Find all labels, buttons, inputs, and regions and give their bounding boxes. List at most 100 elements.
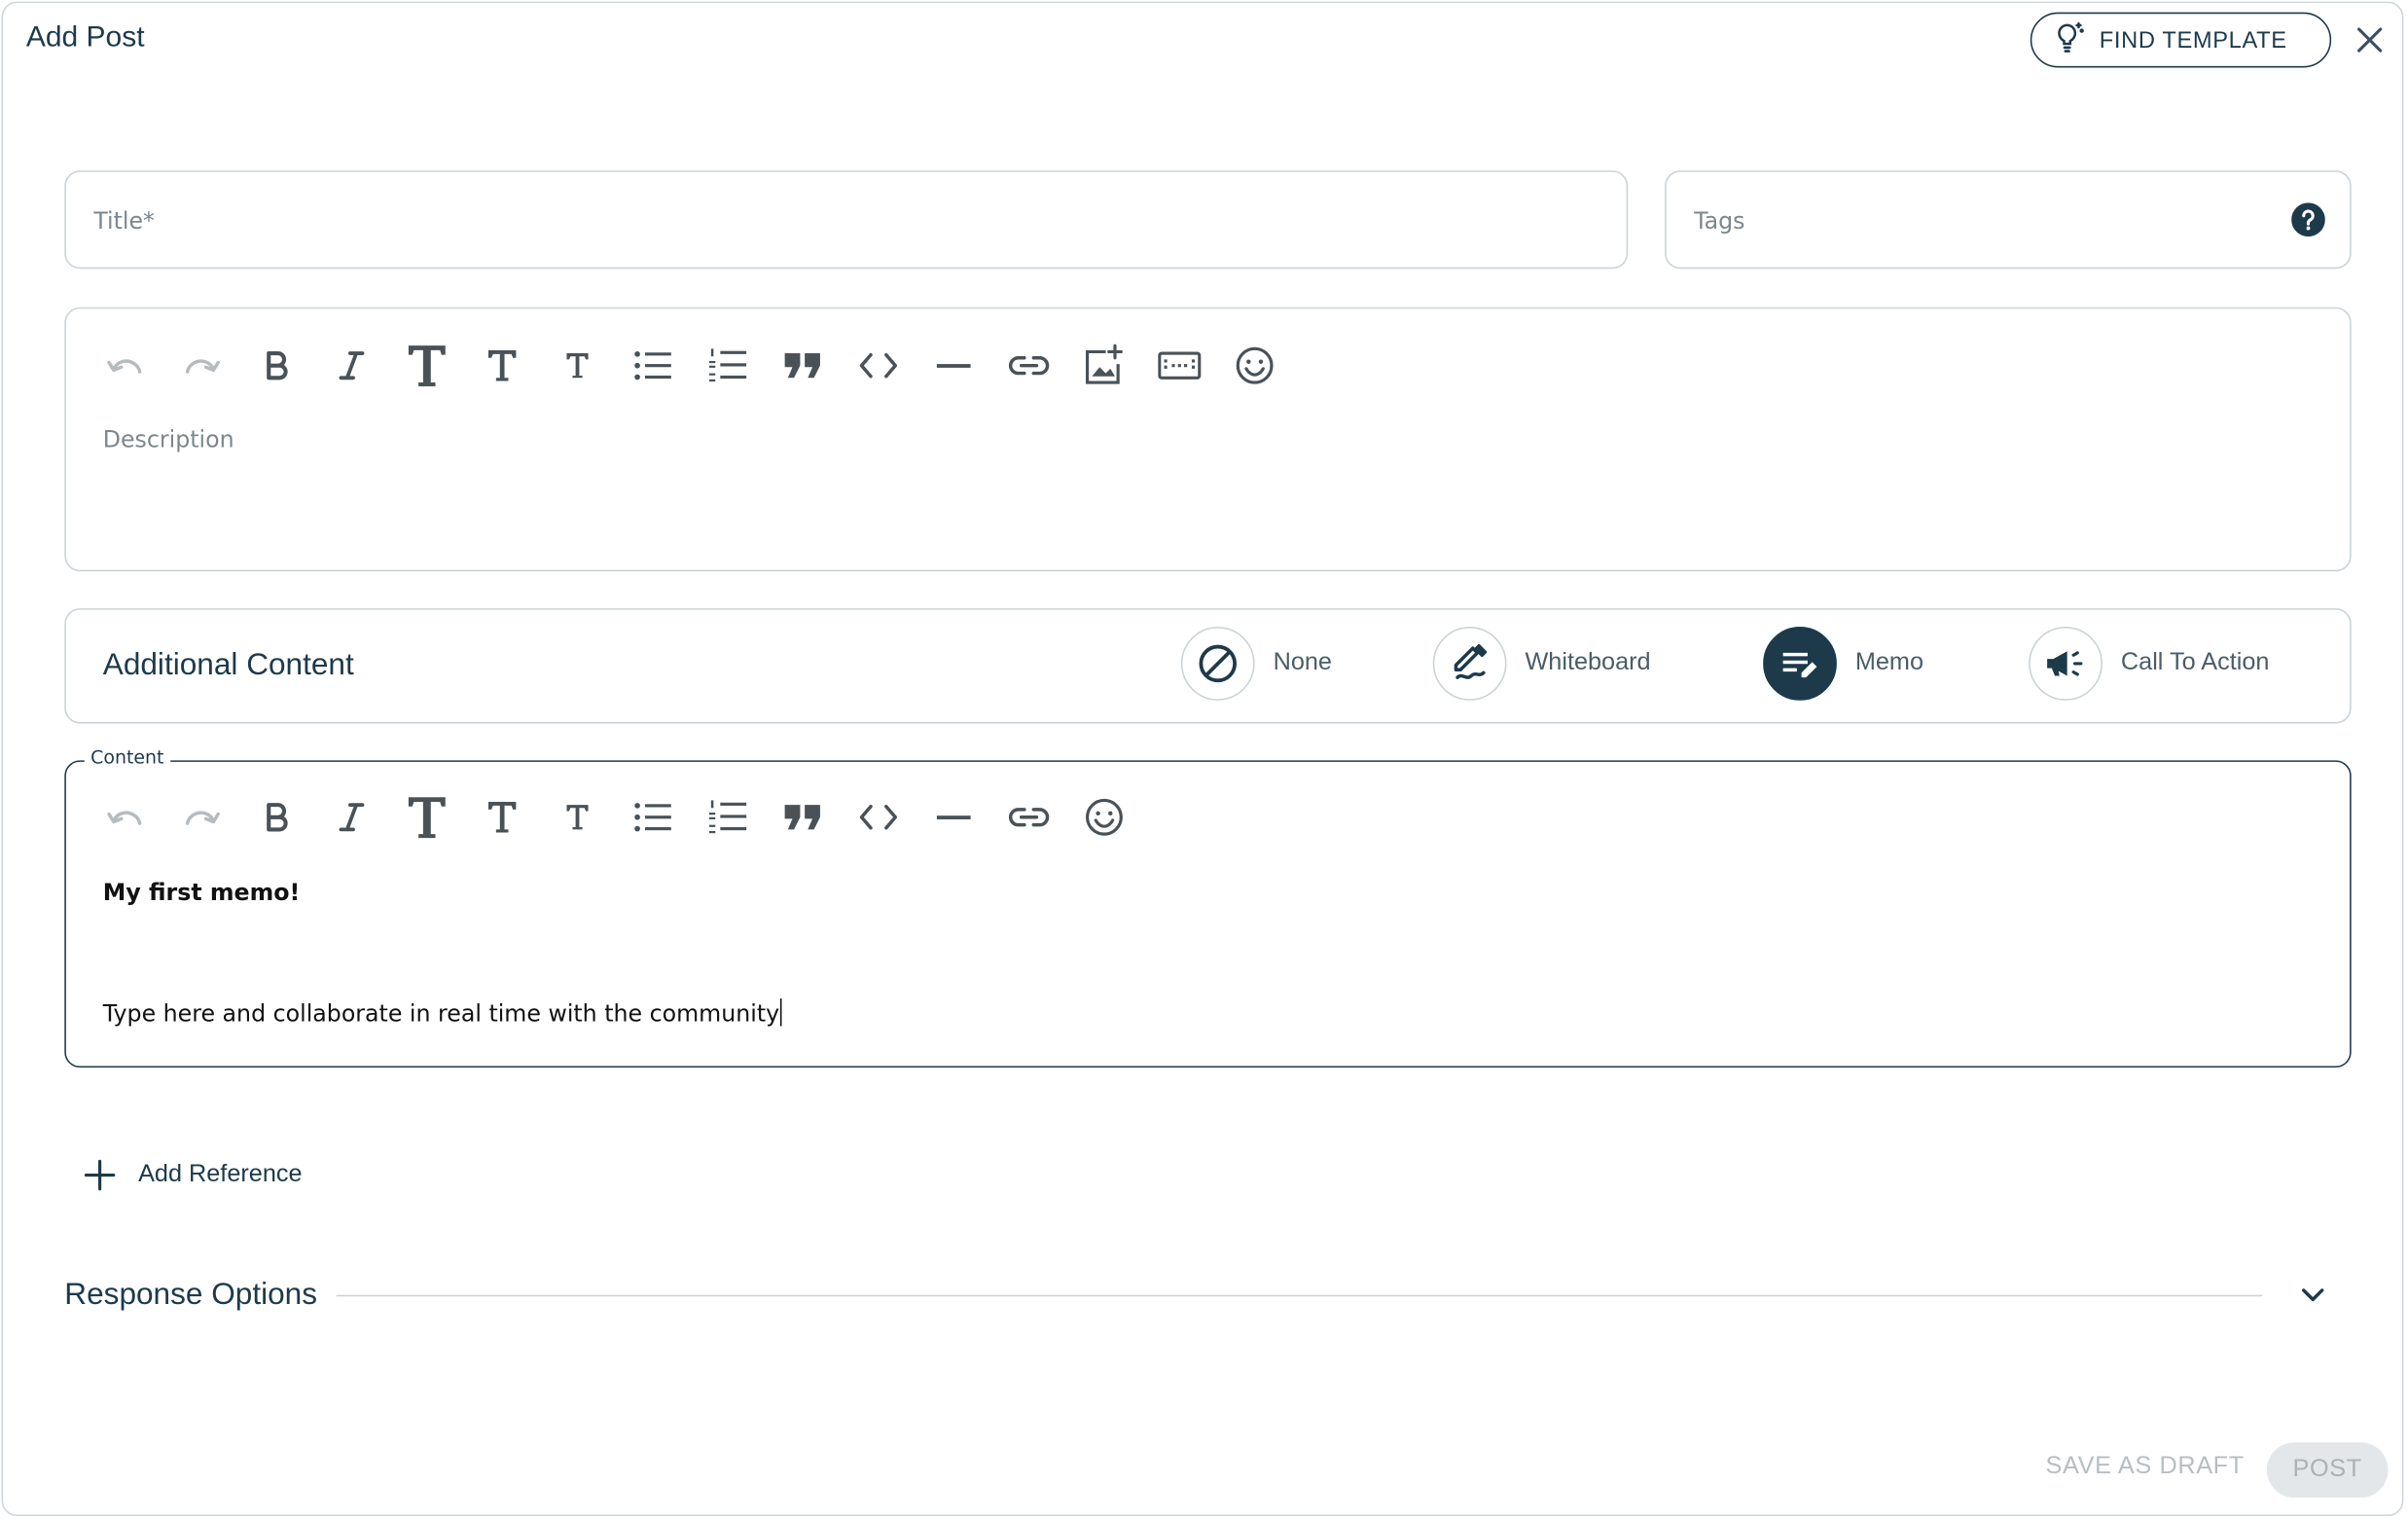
dialog-title: Add Post (25, 21, 145, 54)
quote-icon (783, 353, 820, 379)
undo-icon (106, 359, 141, 374)
redo-button[interactable] (162, 338, 237, 393)
italic-icon (338, 803, 364, 832)
heading-3-icon (565, 805, 588, 830)
add-reference-button[interactable]: Add Reference (83, 1158, 303, 1192)
undo-icon (106, 811, 141, 825)
italic-button[interactable] (313, 789, 388, 845)
horizontal-rule-button[interactable] (916, 789, 990, 845)
option-none[interactable]: None (1180, 627, 1332, 701)
bullet-list-button[interactable] (614, 338, 689, 393)
tags-input[interactable] (1690, 171, 2288, 271)
code-button[interactable] (840, 338, 915, 393)
italic-button[interactable] (313, 338, 388, 393)
option-memo-label: Memo (1854, 649, 1923, 676)
horizontal-rule-icon (936, 815, 970, 819)
additional-content-panel: Additional Content None Whiteboard Memo … (64, 608, 2352, 724)
bullet-list-icon (633, 351, 671, 380)
heading-2-button[interactable] (464, 338, 539, 393)
heading-3-button[interactable] (539, 338, 614, 393)
numbered-list-icon (708, 800, 746, 834)
add-post-dialog: Add Post FIND TEMPLATE Title* Tags Descr… (1, 1, 2404, 1516)
code-button[interactable] (840, 789, 915, 845)
link-button[interactable] (990, 338, 1065, 393)
redo-button[interactable] (162, 789, 237, 845)
numbered-list-button[interactable] (690, 789, 765, 845)
save-as-draft-button[interactable]: SAVE AS DRAFT (2046, 1453, 2245, 1480)
chevron-down-icon (2302, 1288, 2324, 1302)
heading-3-button[interactable] (539, 789, 614, 845)
memo-body-text[interactable]: Type here and collaborate in real time w… (103, 998, 781, 1028)
bold-icon (266, 803, 287, 832)
find-template-label: FIND TEMPLATE (2099, 26, 2287, 54)
option-memo[interactable]: Memo (1763, 627, 1923, 701)
heading-1-button[interactable] (388, 789, 463, 845)
heading-2-icon (487, 801, 516, 833)
text-caret (779, 998, 781, 1027)
numbered-list-button[interactable] (690, 338, 765, 393)
quote-button[interactable] (765, 789, 840, 845)
heading-3-icon (565, 353, 588, 379)
heading-2-button[interactable] (464, 789, 539, 845)
link-icon (1008, 356, 1049, 376)
response-options-label: Response Options (64, 1277, 318, 1312)
help-icon[interactable] (2291, 202, 2325, 237)
horizontal-rule-icon (936, 364, 970, 368)
close-icon (2356, 27, 2383, 53)
redo-icon (185, 811, 220, 825)
quote-icon (783, 805, 820, 830)
divider (335, 1293, 2263, 1296)
option-whiteboard-label: Whiteboard (1525, 649, 1651, 676)
heading-1-button[interactable] (388, 338, 463, 393)
horizontal-rule-button[interactable] (916, 338, 990, 393)
content-editor: Content My first memo! Type here and col… (64, 746, 2352, 1068)
embed-video-button[interactable] (1141, 338, 1216, 393)
response-options-toggle[interactable]: Response Options (64, 1272, 2351, 1318)
add-reference-label: Add Reference (138, 1161, 303, 1188)
insert-image-button[interactable] (1065, 338, 1140, 393)
code-icon (859, 352, 897, 379)
bullet-list-button[interactable] (614, 789, 689, 845)
memo-heading[interactable]: My first memo! (103, 879, 301, 906)
quote-button[interactable] (765, 338, 840, 393)
emoji-icon (1085, 798, 1123, 836)
description-editor: Description (64, 307, 2352, 572)
bold-icon (266, 351, 287, 380)
content-legend: Content (84, 746, 170, 769)
redo-icon (185, 359, 220, 374)
none-icon (1199, 644, 1238, 683)
code-icon (859, 804, 897, 830)
emoji-button[interactable] (1065, 789, 1140, 845)
undo-button[interactable] (88, 789, 162, 845)
insert-image-icon (1085, 344, 1123, 384)
heading-1-icon (408, 345, 445, 386)
post-button[interactable]: POST (2266, 1442, 2389, 1499)
option-call-to-action-label: Call To Action (2120, 649, 2270, 676)
close-button[interactable] (2349, 18, 2391, 61)
tags-field[interactable] (1665, 170, 2352, 271)
plus-icon (84, 1159, 116, 1191)
title-input[interactable] (90, 171, 1565, 271)
title-field[interactable] (64, 170, 1629, 271)
link-button[interactable] (990, 789, 1065, 845)
option-call-to-action[interactable]: Call To Action (2029, 627, 2269, 701)
heading-1-icon (408, 797, 445, 839)
bold-button[interactable] (238, 338, 313, 393)
heading-2-icon (487, 349, 516, 381)
whiteboard-icon (1454, 644, 1488, 679)
link-icon (1008, 808, 1049, 827)
numbered-list-icon (708, 348, 746, 382)
megaphone-icon (2047, 651, 2083, 676)
emoji-button[interactable] (1216, 338, 1291, 393)
bold-button[interactable] (238, 789, 313, 845)
undo-button[interactable] (88, 338, 162, 393)
italic-icon (338, 351, 364, 380)
option-none-label: None (1273, 649, 1332, 676)
option-whiteboard[interactable]: Whiteboard (1432, 627, 1651, 701)
content-toolbar (88, 789, 1141, 845)
lightbulb-icon (2053, 20, 2084, 60)
description-toolbar (88, 338, 1292, 393)
memo-body-content: Type here and collaborate in real time w… (102, 999, 780, 1029)
find-template-button[interactable]: FIND TEMPLATE (2030, 12, 2332, 68)
description-input[interactable]: Description (103, 425, 2313, 548)
